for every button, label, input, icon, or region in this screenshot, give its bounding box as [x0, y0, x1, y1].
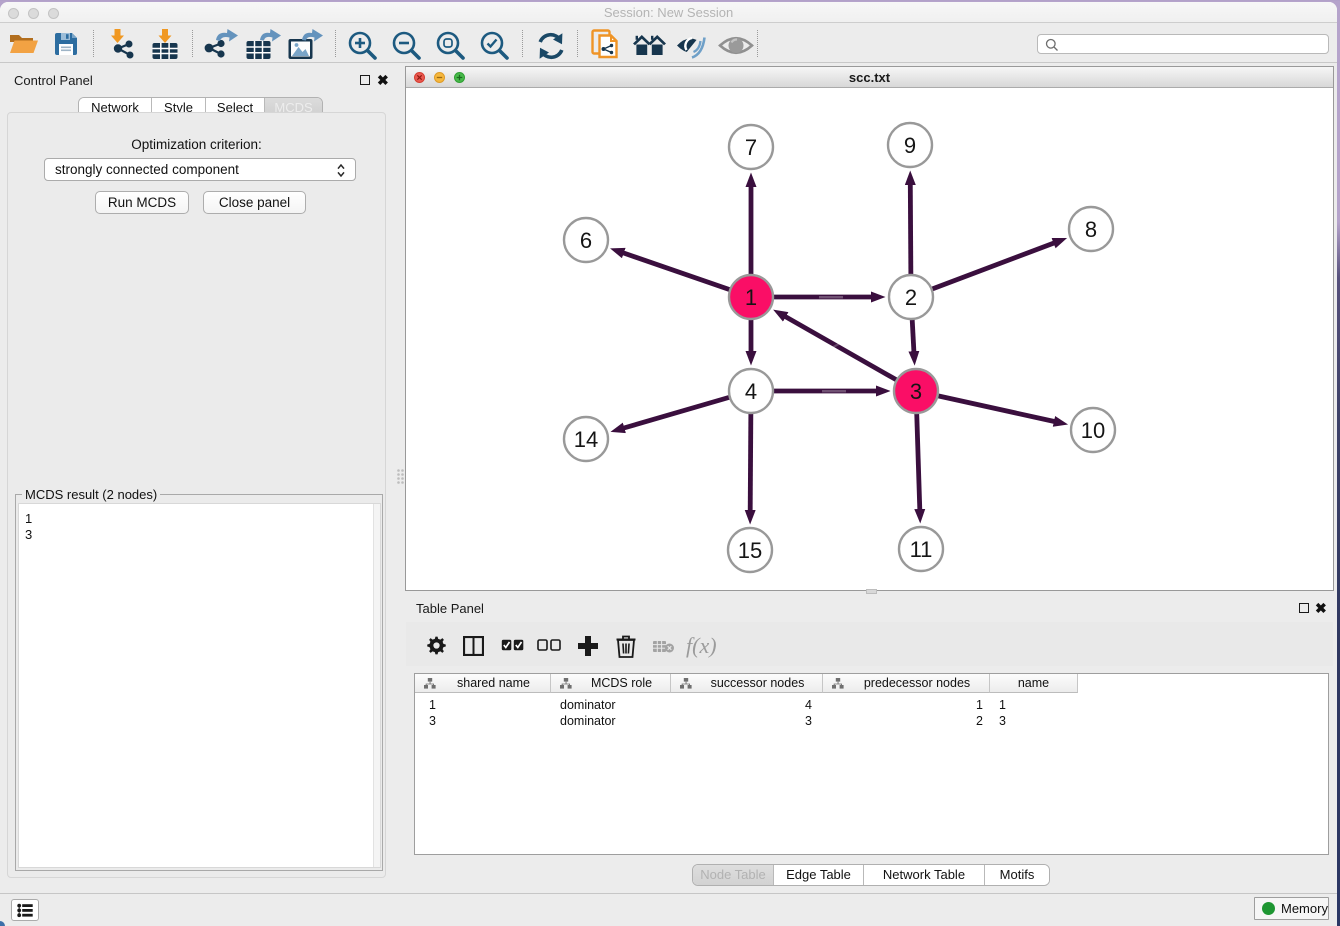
svg-text:7: 7 [745, 135, 757, 160]
svg-text:1: 1 [745, 285, 757, 310]
svg-text:14: 14 [574, 427, 598, 452]
svg-text:10: 10 [1081, 418, 1105, 443]
svg-text:8: 8 [1085, 217, 1097, 242]
svg-text:11: 11 [910, 537, 933, 562]
svg-text:6: 6 [580, 228, 592, 253]
svg-text:3: 3 [910, 379, 922, 404]
svg-text:4: 4 [745, 379, 757, 404]
svg-text:15: 15 [738, 538, 762, 563]
svg-text:2: 2 [905, 285, 917, 310]
svg-text:9: 9 [904, 133, 916, 158]
